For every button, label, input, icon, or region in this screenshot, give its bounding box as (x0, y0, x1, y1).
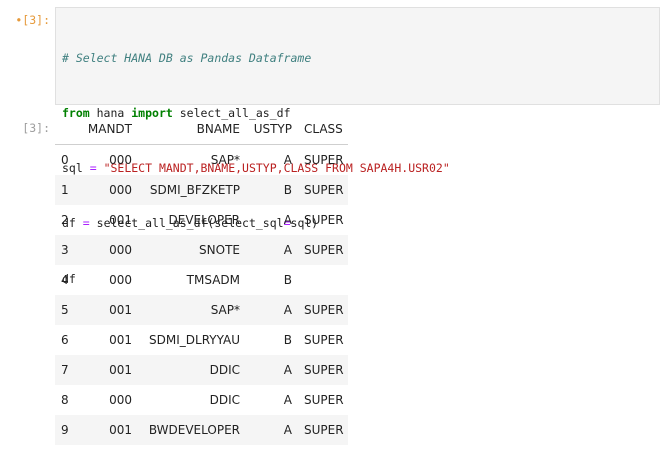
cell-index: 9 (61, 423, 69, 437)
cell-ustyp: A (283, 213, 292, 227)
dataframe-table: MANDT BNAME USTYP CLASS 0 000 SAP* A SUPER 1 0… (55, 114, 348, 445)
cell-ustyp: B (283, 183, 292, 197)
cell-bname: TMSADM (186, 273, 240, 287)
cell-bname: SAP* (210, 153, 240, 167)
cell-mandt: 001 (109, 213, 132, 227)
cell-mandt: 000 (109, 393, 132, 407)
output-prompt: [3]: (22, 121, 50, 135)
table-row: 0 000 SAP* A SUPER (55, 145, 348, 176)
cell-ustyp: A (283, 423, 292, 437)
cell-class: SUPER (304, 363, 344, 377)
header-class: CLASS (298, 114, 348, 145)
cell-bname: DDIC (209, 363, 240, 377)
cell-bname: DEVELOPER (168, 213, 240, 227)
cell-index: 4 (61, 273, 69, 287)
cell-mandt: 000 (109, 153, 132, 167)
cell-class: SUPER (304, 153, 344, 167)
table-row: 6 001 SDMI_DLRYYAU B SUPER (55, 325, 348, 355)
code-cell-editor[interactable]: # Select HANA DB as Pandas Dataframe fro… (55, 7, 660, 286)
input-prompt: •[3]: (0, 13, 50, 27)
cell-mandt: 001 (109, 363, 132, 377)
cell-mandt: 000 (109, 273, 132, 287)
table-row: 2 001 DEVELOPER A SUPER (55, 205, 348, 235)
cell-index: 3 (61, 243, 69, 257)
cell-class: SUPER (304, 243, 344, 257)
header-ustyp: USTYP (246, 114, 298, 145)
header-index (55, 114, 86, 145)
table-body: 0 000 SAP* A SUPER 1 000 SDMI_BFZKETP B SUPER 2 001… (55, 145, 348, 445)
cell-index: 5 (61, 303, 69, 317)
table-row: 8 000 DDIC A SUPER (55, 385, 348, 415)
cell-class (298, 265, 348, 295)
table-row: 3 000 SNOTE A SUPER (55, 235, 348, 265)
header-bname: BNAME (138, 114, 246, 145)
table-header: MANDT BNAME USTYP CLASS (55, 114, 348, 145)
code-comment: # Select HANA DB as Pandas Dataframe (62, 50, 312, 65)
cell-ustyp: A (283, 393, 292, 407)
cell-index: 7 (61, 363, 69, 377)
cell-bname: DDIC (209, 393, 240, 407)
cell-bname: SAP* (210, 303, 240, 317)
cell-ustyp: A (283, 153, 292, 167)
cell-ustyp: A (283, 243, 292, 257)
cell-class: SUPER (304, 303, 344, 317)
table-row: 5 001 SAP* A SUPER (55, 295, 348, 325)
cell-class: SUPER (304, 213, 344, 227)
cell-mandt: 001 (109, 333, 132, 347)
cell-ustyp: B (283, 273, 292, 287)
code-line-1: # Select HANA DB as Pandas Dataframe (62, 49, 659, 67)
cell-bname: SNOTE (199, 243, 240, 257)
cell-bname: SDMI_DLRYYAU (149, 333, 240, 347)
header-mandt: MANDT (86, 114, 138, 145)
cell-ustyp: B (283, 333, 292, 347)
cell-mandt: 000 (109, 243, 132, 257)
cell-index: 1 (61, 183, 69, 197)
cell-class: SUPER (304, 393, 344, 407)
cell-ustyp: A (283, 363, 292, 377)
cell-index: 0 (61, 153, 69, 167)
cell-mandt: 001 (109, 423, 132, 437)
table-row: 1 000 SDMI_BFZKETP B SUPER (55, 175, 348, 205)
table-row: 4 000 TMSADM B (55, 265, 348, 295)
cell-class: SUPER (304, 423, 344, 437)
cell-index: 6 (61, 333, 69, 347)
input-prompt-label: [3]: (22, 13, 50, 27)
cell-bname: BWDEVELOPER (148, 423, 240, 437)
table-row: 9 001 BWDEVELOPER A SUPER (55, 415, 348, 445)
cell-index: 2 (61, 213, 69, 227)
header-row: MANDT BNAME USTYP CLASS (55, 114, 348, 145)
table-row: 7 001 DDIC A SUPER (55, 355, 348, 385)
cell-class: SUPER (304, 333, 344, 347)
cell-mandt: 000 (109, 183, 132, 197)
cell-bname: SDMI_BFZKETP (149, 183, 240, 197)
cell-ustyp: A (283, 303, 292, 317)
cell-mandt: 001 (109, 303, 132, 317)
cell-index: 8 (61, 393, 69, 407)
cell-class: SUPER (304, 183, 344, 197)
